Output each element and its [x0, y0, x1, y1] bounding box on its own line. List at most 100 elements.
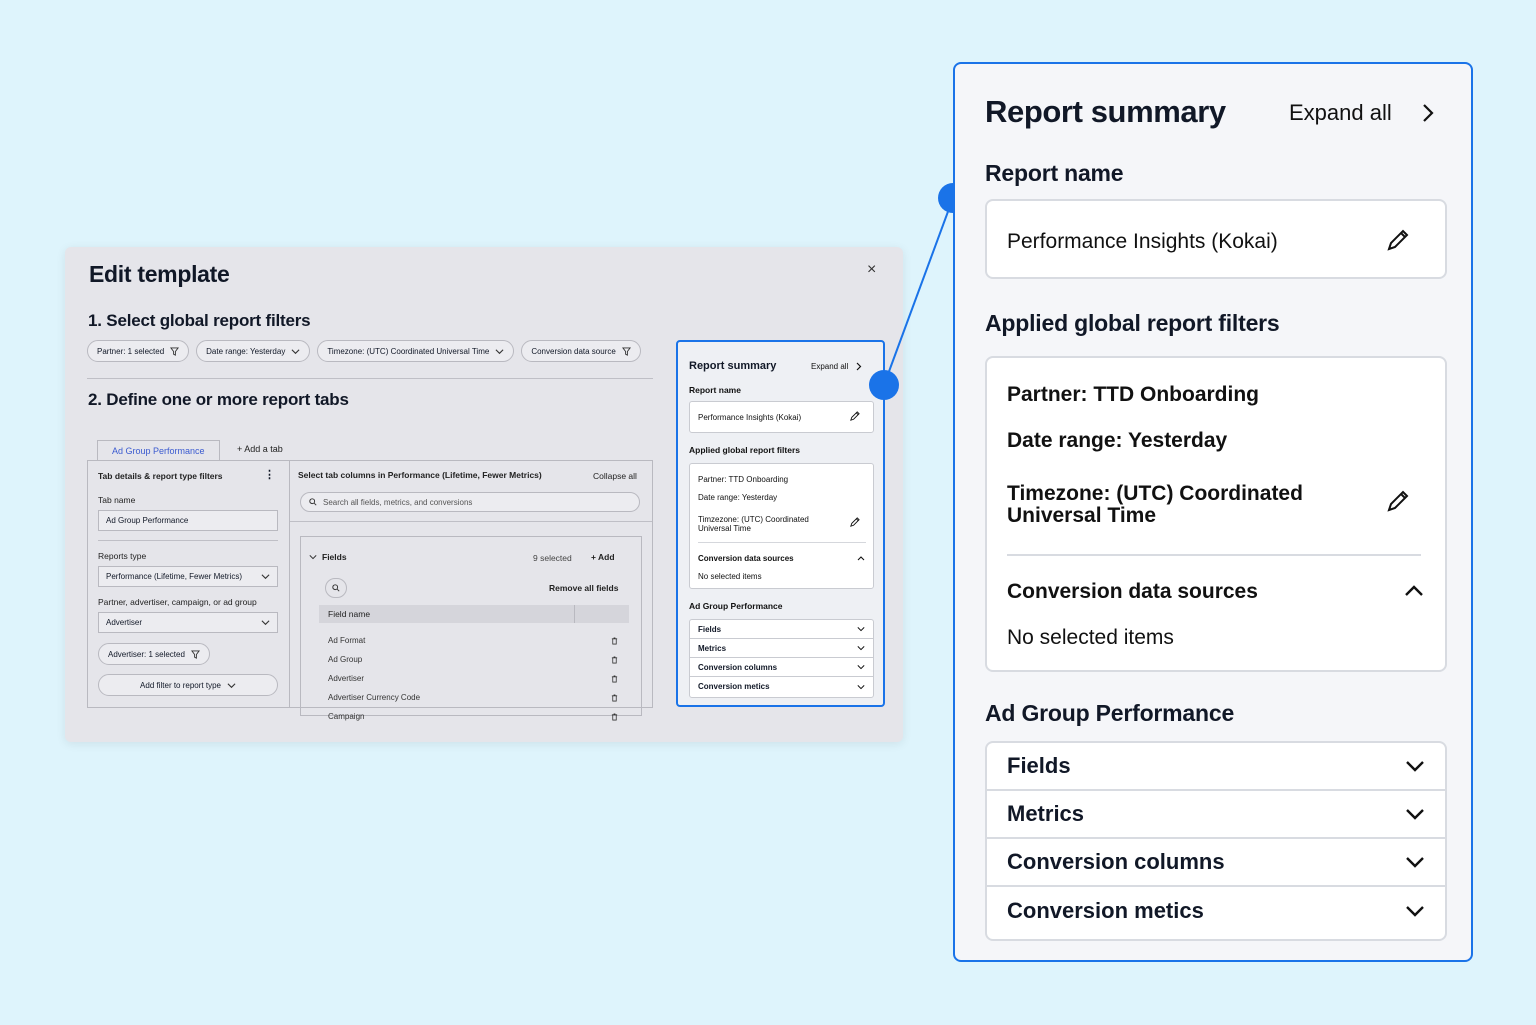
mini-group-label: Ad Group Performance — [689, 601, 783, 611]
expand-all-button[interactable]: Expand all — [1289, 100, 1436, 126]
timezone-chip[interactable]: Timezone: (UTC) Coordinated Universal Ti… — [317, 340, 515, 362]
chip-label: Timezone: (UTC) Coordinated Universal Ti… — [327, 346, 490, 356]
chevron-up-icon[interactable] — [857, 555, 865, 561]
mini-expand-all-button[interactable]: Expand all — [811, 362, 862, 371]
tab-details-pane: Tab details & report type filters ⋮ Tab … — [88, 461, 290, 707]
trash-icon[interactable] — [611, 713, 618, 721]
tab-ad-group-performance[interactable]: Ad Group Performance — [97, 440, 220, 461]
date-range-filter: Date range: Yesterday — [1007, 429, 1228, 452]
chevron-down-icon — [1406, 857, 1424, 868]
fields-list: Ad Format Ad Group Advertiser Advertiser… — [328, 631, 618, 726]
accordion-label: Conversion columns — [1007, 849, 1225, 874]
divider — [290, 521, 652, 522]
accordion-label: Metrics — [698, 643, 727, 653]
accordion-fields[interactable]: Fields — [987, 743, 1445, 791]
table-row: Campaign — [328, 707, 618, 726]
chip-label: Conversion data source — [531, 346, 616, 356]
divider — [1007, 554, 1421, 556]
field-name: Advertiser Currency Code — [328, 693, 421, 702]
report-summary-panel: Report summary Expand all Report name Pe… — [953, 62, 1473, 962]
accordion-list: Fields Metrics Conversion columns Conver… — [985, 741, 1447, 941]
partner-filter: Partner: TTD Onboarding — [1007, 383, 1259, 406]
chevron-down-icon — [495, 348, 504, 354]
mini-accordion-conversion-metics[interactable]: Conversion metics — [690, 677, 873, 696]
accordion-conversion-columns[interactable]: Conversion columns — [987, 839, 1445, 887]
mini-accordion-fields[interactable]: Fields — [690, 620, 873, 639]
chevron-down-icon — [857, 646, 865, 651]
search-icon — [309, 498, 317, 506]
trash-icon[interactable] — [611, 637, 618, 645]
report-name: Performance Insights (Kokai) — [1007, 230, 1278, 253]
mini-report-summary: Report summary Expand all Report name Pe… — [676, 340, 885, 707]
more-options-icon[interactable]: ⋮ — [264, 468, 275, 481]
group-level-select[interactable]: Advertiser — [98, 612, 278, 633]
divider — [98, 540, 278, 541]
mini-filters-label: Applied global report filters — [689, 445, 800, 455]
mini-report-name-label: Report name — [689, 385, 741, 395]
reports-type-select[interactable]: Performance (Lifetime, Fewer Metrics) — [98, 566, 278, 587]
conversion-source-chip[interactable]: Conversion data source — [521, 340, 641, 362]
accordion-conversion-metics[interactable]: Conversion metics — [987, 887, 1445, 935]
table-row: Advertiser Currency Code — [328, 688, 618, 707]
filters-label: Applied global report filters — [985, 310, 1280, 336]
summary-title: Report summary — [985, 94, 1226, 129]
accordion-label: Conversion columns — [698, 662, 778, 672]
trash-icon[interactable] — [611, 694, 618, 702]
pencil-icon[interactable] — [1385, 227, 1411, 253]
accordion-metrics[interactable]: Metrics — [987, 791, 1445, 839]
filter-icon — [190, 649, 200, 659]
add-filter-label: Add filter to report type — [140, 680, 221, 690]
group-level-value: Advertiser — [106, 618, 143, 627]
timezone-filter: Timezone: (UTC) Coordinated Universal Ti… — [1007, 482, 1303, 527]
tab-name-input[interactable]: Ad Group Performance — [98, 510, 278, 531]
add-field-button[interactable]: + Add — [591, 552, 615, 562]
collapse-all-button[interactable]: Collapse all — [593, 471, 637, 481]
add-tab-button[interactable]: + Add a tab — [237, 444, 283, 454]
remove-all-fields-button[interactable]: Remove all fields — [549, 583, 618, 593]
chevron-down-icon — [309, 555, 317, 560]
columns-pane: Select tab columns in Performance (Lifet… — [290, 461, 652, 721]
mini-accordion-list: Fields Metrics Conversion columns Conver… — [689, 619, 874, 698]
tab-content: Tab details & report type filters ⋮ Tab … — [87, 460, 653, 721]
chevron-down-icon — [261, 574, 270, 580]
mini-accordion-conversion-columns[interactable]: Conversion columns — [690, 658, 873, 677]
mini-conv-sources: Conversion data sources — [698, 554, 794, 563]
chevron-down-icon — [1406, 761, 1424, 772]
field-name: Campaign — [328, 712, 365, 721]
chevron-down-icon — [1406, 906, 1424, 917]
chevron-up-icon[interactable] — [1404, 585, 1424, 597]
chip-label: Partner: 1 selected — [97, 346, 165, 356]
mini-summary-title: Report summary — [689, 360, 777, 372]
partner-filter-chip[interactable]: Partner: 1 selected — [87, 340, 190, 362]
pencil-icon[interactable] — [1385, 488, 1411, 514]
pencil-icon[interactable] — [849, 517, 860, 528]
chevron-down-icon — [1406, 809, 1424, 820]
pencil-icon[interactable] — [849, 411, 860, 422]
trash-icon[interactable] — [611, 656, 618, 664]
advertiser-filter-chip[interactable]: Advertiser: 1 selected — [98, 643, 210, 665]
chevron-down-icon — [291, 348, 300, 354]
search-input[interactable]: Search all fields, metrics, and conversi… — [300, 492, 640, 512]
group-level-label: Partner, advertiser, campaign, or ad gro… — [98, 597, 257, 607]
fields-label: Fields — [322, 552, 347, 562]
global-filter-chips: Partner: 1 selected Date range: Yesterda… — [87, 340, 641, 362]
chevron-down-icon — [857, 665, 865, 670]
mini-accordion-metrics[interactable]: Metrics — [690, 639, 873, 658]
date-range-chip[interactable]: Date range: Yesterday — [196, 340, 311, 362]
modal-title: Edit template — [89, 261, 230, 287]
field-search-button[interactable] — [325, 578, 347, 598]
field-name-header: Field name — [319, 605, 575, 623]
fields-toggle[interactable]: Fields — [309, 552, 347, 562]
reports-type-value: Performance (Lifetime, Fewer Metrics) — [106, 572, 243, 581]
close-icon[interactable]: × — [867, 261, 876, 279]
field-name: Ad Format — [328, 636, 366, 645]
tab-name-value: Ad Group Performance — [106, 516, 189, 525]
mini-no-items: No selected items — [698, 572, 762, 581]
report-name-card: Performance Insights (Kokai) — [985, 199, 1447, 279]
add-filter-button[interactable]: Add filter to report type — [98, 674, 278, 696]
expand-all-label: Expand all — [1289, 100, 1392, 125]
trash-icon[interactable] — [611, 675, 618, 683]
chevron-right-icon — [1422, 104, 1434, 122]
accordion-label: Conversion metics — [1007, 898, 1204, 923]
tab-details-header: Tab details & report type filters — [98, 471, 223, 481]
